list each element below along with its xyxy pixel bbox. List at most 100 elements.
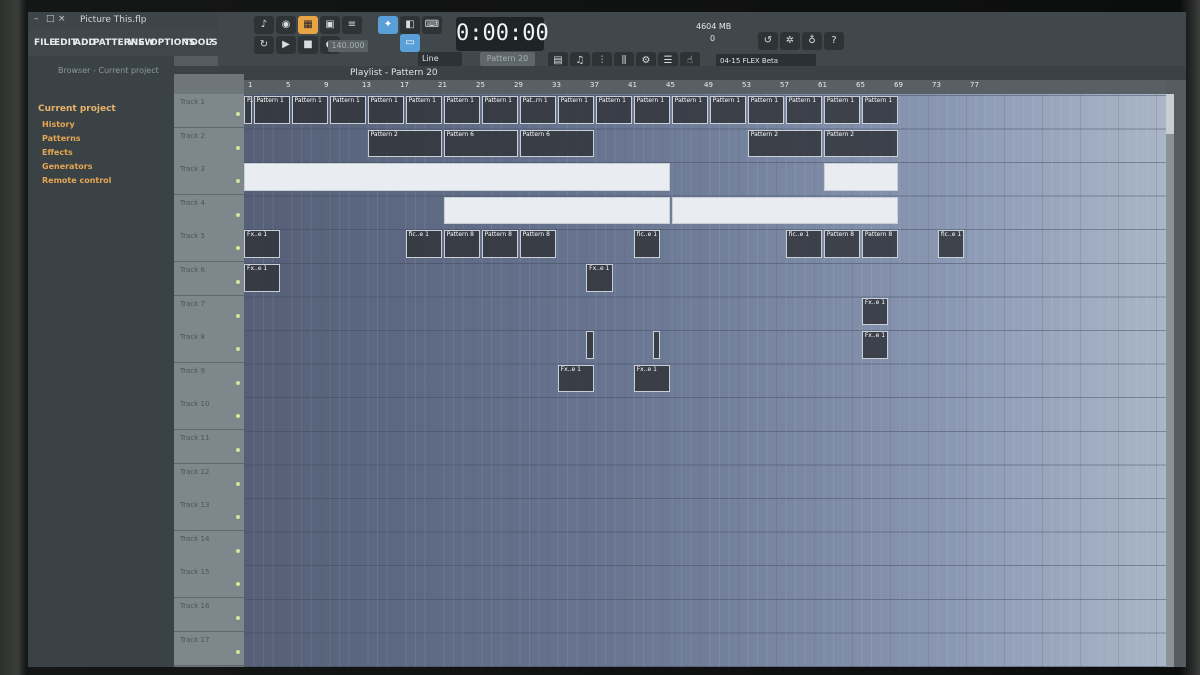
- track-mute-led-icon[interactable]: [236, 313, 240, 318]
- playlist-clip[interactable]: Fx..e 1: [861, 331, 889, 359]
- browser-item-remote-control[interactable]: Remote control: [42, 176, 111, 185]
- playlist-clip[interactable]: Pattern 1: [747, 96, 784, 124]
- track-header[interactable]: Track 15: [174, 564, 244, 599]
- undo-icon[interactable]: ↺: [758, 32, 778, 50]
- track-mute-led-icon[interactable]: [236, 548, 240, 553]
- browser-item-generators[interactable]: Generators: [42, 162, 92, 171]
- playlist-clip[interactable]: fic..e 1: [785, 230, 822, 258]
- track-mute-led-icon[interactable]: [236, 481, 240, 486]
- pattern-mode-icon[interactable]: ▦: [298, 16, 318, 34]
- playlist-clip[interactable]: fic..e 1: [633, 230, 661, 258]
- close-icon[interactable]: ×: [58, 15, 67, 24]
- playlist-clip[interactable]: Pat..rn 1: [519, 96, 556, 124]
- track-header[interactable]: Track 17: [174, 631, 244, 666]
- track-mute-led-icon[interactable]: [236, 246, 240, 251]
- track-header[interactable]: Track 14: [174, 530, 244, 565]
- playlist-clip[interactable]: Pattern 2: [367, 129, 442, 158]
- playlist-clip[interactable]: Fx..e 1: [861, 297, 889, 326]
- browser-item-patterns[interactable]: Patterns: [42, 134, 81, 143]
- playlist-clip[interactable]: Pattern 1: [329, 96, 366, 124]
- playlist-ruler[interactable]: 1 5 9 13 17 21 25 29 33 37 41 45 49 53 57 61 65 69 73 77: [244, 80, 1166, 94]
- playlist-clip[interactable]: [652, 331, 661, 359]
- tempo-display[interactable]: 140.000: [328, 40, 368, 52]
- playlist-clip[interactable]: Pattern 1: [557, 96, 594, 124]
- minimize-icon[interactable]: –: [34, 15, 43, 24]
- playlist-clip[interactable]: Pattern 1: [861, 96, 898, 124]
- playlist-clip[interactable]: Pattern 8: [481, 230, 518, 258]
- playlist-clip[interactable]: Pattern 8: [823, 230, 860, 258]
- track-mute-led-icon[interactable]: [236, 280, 240, 284]
- playlist-clip[interactable]: Pattern 1: [823, 96, 860, 124]
- playlist-clip[interactable]: fic..e 1: [937, 230, 965, 258]
- play-icon[interactable]: ▶: [276, 36, 296, 54]
- track-header[interactable]: Track 9: [174, 362, 244, 397]
- track-mute-led-icon[interactable]: [236, 414, 240, 419]
- song-mode-icon[interactable]: ▣: [320, 16, 340, 34]
- playlist-clip[interactable]: Pattern 1: [253, 96, 290, 124]
- playlist-clip[interactable]: Fx..e 1: [244, 230, 281, 258]
- playlist-clip[interactable]: Pattern 1: [443, 96, 480, 124]
- playlist-clip[interactable]: Fx..e 1: [586, 264, 613, 292]
- track-mute-led-icon[interactable]: [236, 145, 240, 150]
- track-header[interactable]: Track 10: [174, 396, 244, 431]
- record-mode-icon[interactable]: ◉: [276, 16, 296, 34]
- playlist-clip[interactable]: Pattern 1: [405, 96, 442, 124]
- playlist-clip[interactable]: [244, 163, 670, 191]
- playlist-clip[interactable]: Fx..e 1: [557, 364, 594, 393]
- song-time-display[interactable]: 0:00:00: [456, 17, 549, 51]
- playlist-clip[interactable]: P..16..3: [244, 96, 269, 124]
- playlist-grid[interactable]: P..16..3Pattern 1Pattern 1Pattern 1Patte…: [244, 94, 1166, 667]
- playlist-clip[interactable]: Fx..e 1: [633, 364, 670, 393]
- playlist-clip[interactable]: Pattern 1: [291, 96, 328, 124]
- typing-keyboard-icon[interactable]: ⌨: [422, 16, 442, 34]
- maximize-icon[interactable]: □: [46, 15, 55, 24]
- track-header[interactable]: Track 5: [174, 228, 244, 263]
- playlist-clip[interactable]: [823, 163, 898, 191]
- playlist-clip[interactable]: Pattern 6: [443, 129, 518, 158]
- snap-select[interactable]: Line: [418, 52, 462, 66]
- help-icon[interactable]: ?: [824, 32, 844, 50]
- track-mute-led-icon[interactable]: [236, 179, 240, 184]
- track-header[interactable]: Track 4: [174, 194, 244, 229]
- browser-item-history[interactable]: History: [42, 120, 75, 129]
- track-header[interactable]: Track 6: [174, 262, 244, 296]
- playlist-clip[interactable]: Pattern 8: [519, 230, 556, 258]
- playlist-clip[interactable]: Pattern 1: [671, 96, 708, 124]
- playlist-scrollbar[interactable]: [1166, 94, 1174, 667]
- step-edit-icon[interactable]: ≡: [342, 16, 362, 34]
- snap-magnet-icon[interactable]: ✦: [378, 16, 398, 34]
- track-header[interactable]: Track 12: [174, 463, 244, 498]
- playlist-clip[interactable]: Pattern 8: [861, 230, 898, 258]
- playlist-clip[interactable]: Pattern 1: [595, 96, 632, 124]
- browser-item-current-project[interactable]: Current project: [38, 104, 116, 114]
- mic-icon[interactable]: ♁: [802, 32, 822, 50]
- track-mute-led-icon[interactable]: [236, 515, 240, 520]
- track-mute-led-icon[interactable]: [236, 649, 240, 654]
- playlist-clip[interactable]: [671, 196, 898, 225]
- track-mute-led-icon[interactable]: [236, 448, 240, 452]
- browser-item-effects[interactable]: Effects: [42, 148, 73, 157]
- metronome-icon[interactable]: ♪: [254, 16, 274, 34]
- loop-icon[interactable]: ↻: [254, 36, 274, 54]
- track-header[interactable]: Track 13: [174, 497, 244, 532]
- track-mute-led-icon[interactable]: [236, 616, 240, 620]
- track-header[interactable]: Track 8: [174, 329, 244, 364]
- track-header[interactable]: Track 3: [174, 161, 244, 196]
- track-mute-led-icon[interactable]: [236, 112, 240, 116]
- playlist-clip[interactable]: Pattern 1: [785, 96, 822, 124]
- track-mute-led-icon[interactable]: [236, 380, 240, 385]
- scroll-thumb[interactable]: [1166, 94, 1174, 134]
- playlist-clip[interactable]: [443, 196, 670, 225]
- snapshot-icon[interactable]: ◧: [400, 16, 420, 34]
- track-mute-led-icon[interactable]: [236, 582, 240, 587]
- track-mute-led-icon[interactable]: [236, 347, 240, 352]
- playlist-clip[interactable]: Pattern 6: [519, 129, 594, 158]
- stop-icon[interactable]: ■: [298, 36, 318, 54]
- playlist-clip[interactable]: Pattern 1: [709, 96, 746, 124]
- playlist-clip[interactable]: Pattern 1: [481, 96, 518, 124]
- playlist-clip[interactable]: Pattern 1: [633, 96, 670, 124]
- playlist-clip[interactable]: Fx..e 1: [244, 264, 281, 292]
- track-mute-led-icon[interactable]: [236, 212, 240, 217]
- blend-icon[interactable]: ▭: [400, 34, 420, 52]
- playlist-clip[interactable]: Pattern 2: [747, 129, 822, 158]
